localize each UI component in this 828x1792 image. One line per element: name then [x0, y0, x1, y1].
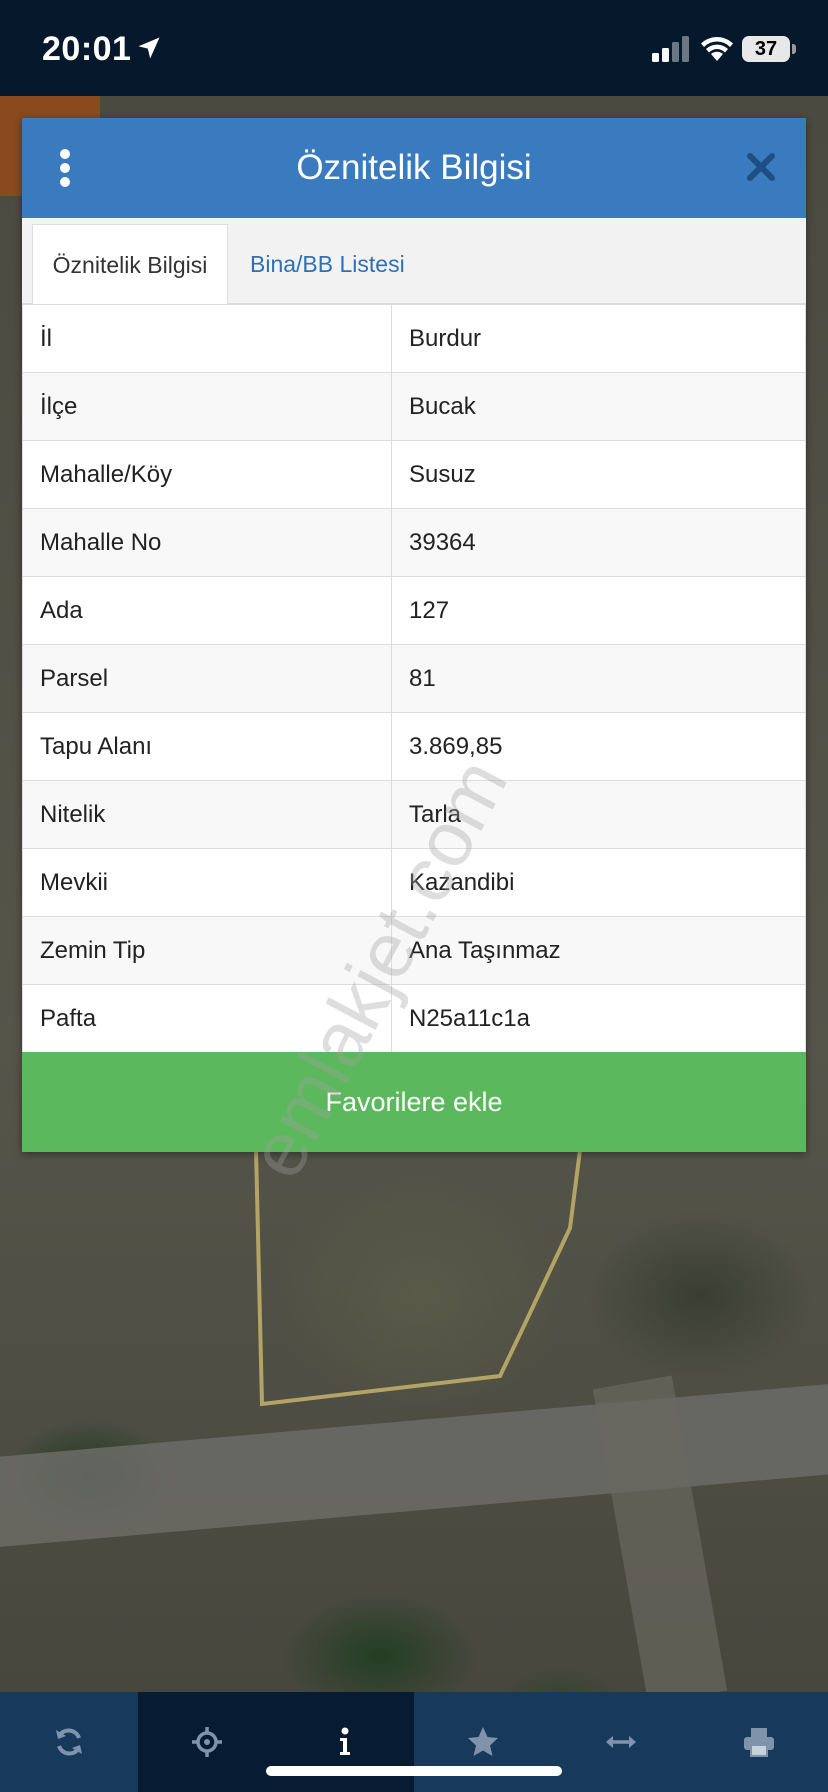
- row-value: 3.869,85: [391, 712, 806, 781]
- row-key: Mahalle/Köy: [22, 440, 392, 509]
- table-row: Parsel 81: [22, 644, 806, 713]
- table-row: Nitelik Tarla: [22, 780, 806, 849]
- home-indicator[interactable]: [266, 1766, 562, 1776]
- table-row: İl Burdur: [22, 304, 806, 373]
- row-value: Tarla: [391, 780, 806, 849]
- row-key: Ada: [22, 576, 392, 645]
- location-arrow-icon: [138, 37, 160, 59]
- attribute-table: İl Burdur İlçe Bucak Mahalle/Köy Susuz M…: [22, 304, 806, 1053]
- table-row: Ada 127: [22, 576, 806, 645]
- dialog-title: Öznitelik Bilgisi: [296, 148, 532, 187]
- status-bar: 20:01 37: [0, 0, 828, 96]
- row-value: 39364: [391, 508, 806, 577]
- info-icon: [340, 1727, 350, 1755]
- row-key: İlçe: [22, 372, 392, 441]
- row-value: Kazandibi: [391, 848, 806, 917]
- table-row: Zemin Tip Ana Taşınmaz: [22, 916, 806, 985]
- star-icon: [468, 1727, 498, 1756]
- row-value: Bucak: [391, 372, 806, 441]
- refresh-button[interactable]: [0, 1692, 138, 1792]
- signal-icon: [652, 36, 689, 62]
- row-value: N25a11c1a: [391, 984, 806, 1053]
- wifi-icon: [701, 37, 733, 61]
- battery-tip: [792, 44, 796, 54]
- row-key: Mevkii: [22, 848, 392, 917]
- dialog-header: Öznitelik Bilgisi: [22, 118, 806, 218]
- row-key: Mahalle No: [22, 508, 392, 577]
- crosshair-icon: [192, 1727, 222, 1757]
- measure-icon: [606, 1736, 636, 1748]
- tab-attribute-info[interactable]: Öznitelik Bilgisi: [32, 224, 228, 304]
- tab-building-list[interactable]: Bina/BB Listesi: [234, 224, 421, 304]
- tab-bar: Öznitelik Bilgisi Bina/BB Listesi: [22, 218, 806, 304]
- bottom-toolbar: [0, 1692, 828, 1792]
- add-to-favorites-button[interactable]: Favorilere ekle: [22, 1052, 806, 1152]
- close-icon[interactable]: [746, 152, 776, 182]
- screen: 20:01 37 Öznitelik Bilgisi Öznitelik Bil…: [0, 0, 828, 1792]
- locate-button[interactable]: [138, 1692, 276, 1792]
- row-key: Pafta: [22, 984, 392, 1053]
- print-button[interactable]: [690, 1692, 828, 1792]
- attribute-dialog: Öznitelik Bilgisi Öznitelik Bilgisi Bina…: [22, 118, 806, 1152]
- row-value: Susuz: [391, 440, 806, 509]
- row-key: Tapu Alanı: [22, 712, 392, 781]
- battery-icon: 37: [742, 36, 790, 62]
- table-row: Pafta N25a11c1a: [22, 984, 806, 1053]
- refresh-icon: [56, 1728, 82, 1756]
- row-value: Burdur: [391, 304, 806, 373]
- print-icon: [744, 1728, 774, 1757]
- row-value: Ana Taşınmaz: [391, 916, 806, 985]
- row-value: 81: [391, 644, 806, 713]
- table-row: Mahalle No 39364: [22, 508, 806, 577]
- battery-level: 37: [754, 38, 778, 60]
- table-row: Mahalle/Köy Susuz: [22, 440, 806, 509]
- measure-button[interactable]: [552, 1692, 690, 1792]
- favorites-button[interactable]: [414, 1692, 552, 1792]
- row-key: Zemin Tip: [22, 916, 392, 985]
- table-row: Mevkii Kazandibi: [22, 848, 806, 917]
- status-time: 20:01: [42, 30, 132, 68]
- row-value: 127: [391, 576, 806, 645]
- info-button[interactable]: [276, 1692, 414, 1792]
- row-key: İl: [22, 304, 392, 373]
- row-key: Parsel: [22, 644, 392, 713]
- table-row: İlçe Bucak: [22, 372, 806, 441]
- row-key: Nitelik: [22, 780, 392, 849]
- table-row: Tapu Alanı 3.869,85: [22, 712, 806, 781]
